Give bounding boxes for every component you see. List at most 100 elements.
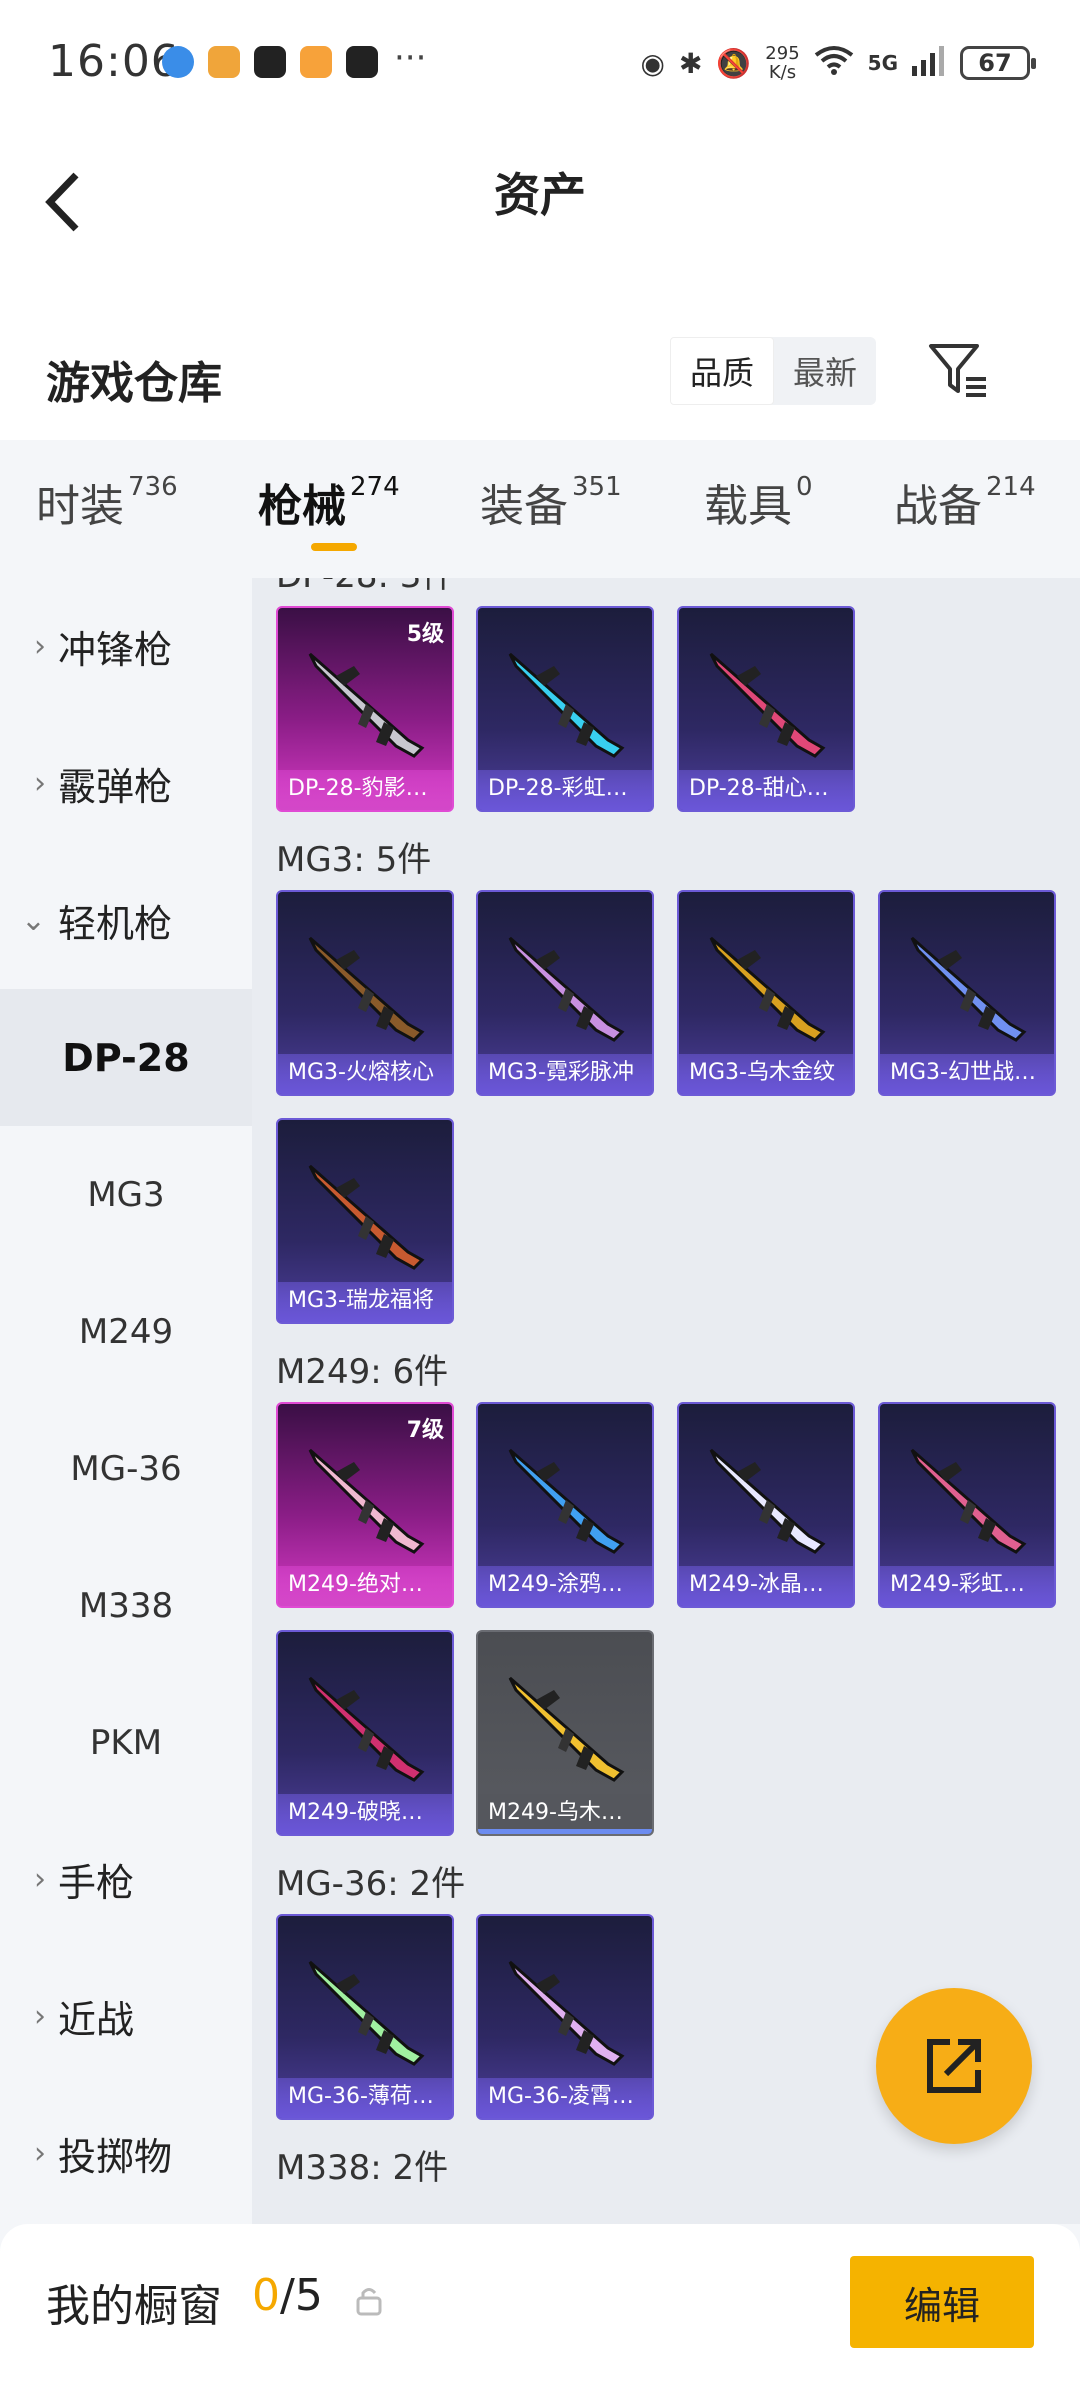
sidebar-item-melee[interactable]: › 近战 xyxy=(0,1948,252,2085)
skin-name: DP-28-豹影… xyxy=(278,770,452,810)
gun-icon xyxy=(308,1960,425,2066)
skin-name: MG3-幻世战… xyxy=(880,1054,1054,1094)
skin-name: MG3-乌木金纹 xyxy=(679,1054,853,1094)
signal-bars-icon xyxy=(912,46,946,80)
skin-card[interactable]: MG3-瑞龙福将 xyxy=(276,1118,454,1324)
sidebar-item-label: M249 xyxy=(78,1311,174,1352)
sidebar-item-mg3[interactable]: MG3 xyxy=(0,1126,252,1263)
chevron-right-icon: › xyxy=(34,766,46,801)
filter-icon[interactable] xyxy=(928,341,990,399)
sidebar-item-label: PKM xyxy=(89,1722,163,1763)
chevron-right-icon: › xyxy=(34,629,46,664)
group-header: M338: 2件 xyxy=(276,2148,449,2188)
sidebar-item-lmg[interactable]: ⌄ 轻机枪 xyxy=(0,852,252,989)
browser-icon xyxy=(162,46,194,78)
share-icon xyxy=(927,2039,981,2093)
tab-weapons[interactable]: 枪械 274 xyxy=(258,470,400,534)
gun-icon xyxy=(709,936,826,1042)
skin-card[interactable]: MG3-幻世战… xyxy=(878,890,1056,1096)
sidebar-item-shotgun[interactable]: › 霰弹枪 xyxy=(0,715,252,852)
gun-icon xyxy=(910,1448,1027,1554)
chevron-right-icon: › xyxy=(34,1862,46,1897)
sidebar-item-throwable[interactable]: › 投掷物 xyxy=(0,2085,252,2222)
skin-name: M249-乌木… xyxy=(478,1794,652,1834)
sidebar-item-mg36[interactable]: MG-36 xyxy=(0,1400,252,1537)
tab-count: 274 xyxy=(350,472,400,502)
edit-button[interactable]: 编辑 xyxy=(850,2256,1034,2348)
sidebar-item-label: 冲锋枪 xyxy=(58,628,173,672)
skin-card[interactable]: MG3-火熔核心 xyxy=(276,890,454,1096)
skin-name: M249-涂鸦… xyxy=(478,1566,652,1606)
back-button[interactable] xyxy=(38,167,98,237)
skin-card[interactable]: 5级 DP-28-豹影… xyxy=(276,606,454,812)
tab-count: 214 xyxy=(986,472,1036,502)
sidebar-item-m338[interactable]: M338 xyxy=(0,1537,252,1674)
net-speed-unit: K/s xyxy=(768,62,797,83)
showcase-count-total: /5 xyxy=(280,2270,323,2321)
sidebar-item-pkm[interactable]: PKM xyxy=(0,1674,252,1811)
chevron-right-icon: › xyxy=(34,1999,46,2034)
skin-card[interactable]: MG3-霓彩脉冲 xyxy=(476,890,654,1096)
skin-name: DP-28-甜心… xyxy=(679,770,853,810)
sidebar-item-label: 手枪 xyxy=(58,1861,135,1905)
chevron-right-icon: › xyxy=(34,2136,46,2171)
skin-card[interactable]: M249-冰晶… xyxy=(677,1402,855,1608)
section-bar: 游戏仓库 品质 最新 xyxy=(0,315,1080,440)
skin-name: MG3-霓彩脉冲 xyxy=(478,1054,652,1094)
sidebar-item-m249[interactable]: M249 xyxy=(0,1263,252,1400)
signal-type: 5G xyxy=(867,51,898,75)
sort-segment: 品质 最新 xyxy=(670,337,876,405)
net-speed: 295 K/s xyxy=(765,44,799,82)
tab-label: 时装 xyxy=(36,481,124,532)
sidebar-item-label: 轻机枪 xyxy=(58,902,173,946)
skin-card[interactable]: M249-彩虹… xyxy=(878,1402,1056,1608)
section-title: 游戏仓库 xyxy=(46,358,222,409)
tab-vehicles[interactable]: 载具 0 xyxy=(704,470,813,534)
app-icon xyxy=(208,46,240,78)
status-time: 16:06 xyxy=(48,36,180,87)
gun-icon xyxy=(910,936,1027,1042)
showcase-count-current: 0 xyxy=(252,2270,280,2321)
tab-supplies[interactable]: 战备 214 xyxy=(894,470,1036,534)
tab-label: 战备 xyxy=(894,481,982,532)
chevron-down-icon: ⌄ xyxy=(20,903,46,938)
skin-card[interactable]: MG-36-薄荷… xyxy=(276,1914,454,2120)
gun-icon xyxy=(308,652,425,758)
tab-label: 枪械 xyxy=(258,481,346,532)
gun-icon xyxy=(508,1676,625,1782)
tab-fashion[interactable]: 时装 736 xyxy=(36,470,178,534)
lock-icon xyxy=(356,2286,382,2320)
group-header: MG-36: 2件 xyxy=(276,1864,466,1904)
skin-card[interactable]: M249-涂鸦… xyxy=(476,1402,654,1608)
net-speed-value: 295 xyxy=(765,43,800,64)
tab-label: 装备 xyxy=(480,481,568,532)
skin-card[interactable]: DP-28-甜心… xyxy=(677,606,855,812)
skin-card[interactable]: M249-乌木… xyxy=(476,1630,654,1836)
soul-icon xyxy=(346,46,378,78)
sidebar-item-label: 投掷物 xyxy=(58,2135,173,2179)
group-header: M249: 6件 xyxy=(276,1352,449,1392)
sidebar-item-dp28[interactable]: DP-28 xyxy=(0,989,252,1126)
sort-quality-button[interactable]: 品质 xyxy=(670,337,774,405)
skin-card[interactable]: DP-28-彩虹… xyxy=(476,606,654,812)
status-right: ◉ ✱ 🔕 295 K/s 5G 67 xyxy=(641,38,1036,88)
skin-card[interactable]: MG-36-凌霄… xyxy=(476,1914,654,2120)
skin-card[interactable]: MG3-乌木金纹 xyxy=(677,890,855,1096)
showcase-count: 0/5 xyxy=(252,2270,323,2321)
share-button[interactable] xyxy=(876,1988,1032,2144)
soul-icon xyxy=(254,46,286,78)
sort-latest-button[interactable]: 最新 xyxy=(774,337,876,405)
gun-icon xyxy=(308,1448,425,1554)
skin-card[interactable]: 7级 M249-绝对… xyxy=(276,1402,454,1608)
sidebar-item-pistol[interactable]: › 手枪 xyxy=(0,1811,252,1948)
status-bar: 16:06 ··· ◉ ✱ 🔕 295 K/s 5G 67 xyxy=(0,0,1080,125)
skin-card[interactable]: M249-破晓… xyxy=(276,1630,454,1836)
tab-equipment[interactable]: 装备 351 xyxy=(480,470,622,534)
sidebar-item-label: MG-36 xyxy=(70,1448,182,1489)
mute-icon: 🔕 xyxy=(716,46,752,80)
group-header: DP-28: 3件 xyxy=(276,578,455,597)
gun-icon xyxy=(308,1676,425,1782)
sidebar-item-smg[interactable]: › 冲锋枪 xyxy=(0,578,252,715)
skin-name: MG-36-薄荷… xyxy=(278,2078,452,2118)
tab-count: 351 xyxy=(572,472,622,502)
